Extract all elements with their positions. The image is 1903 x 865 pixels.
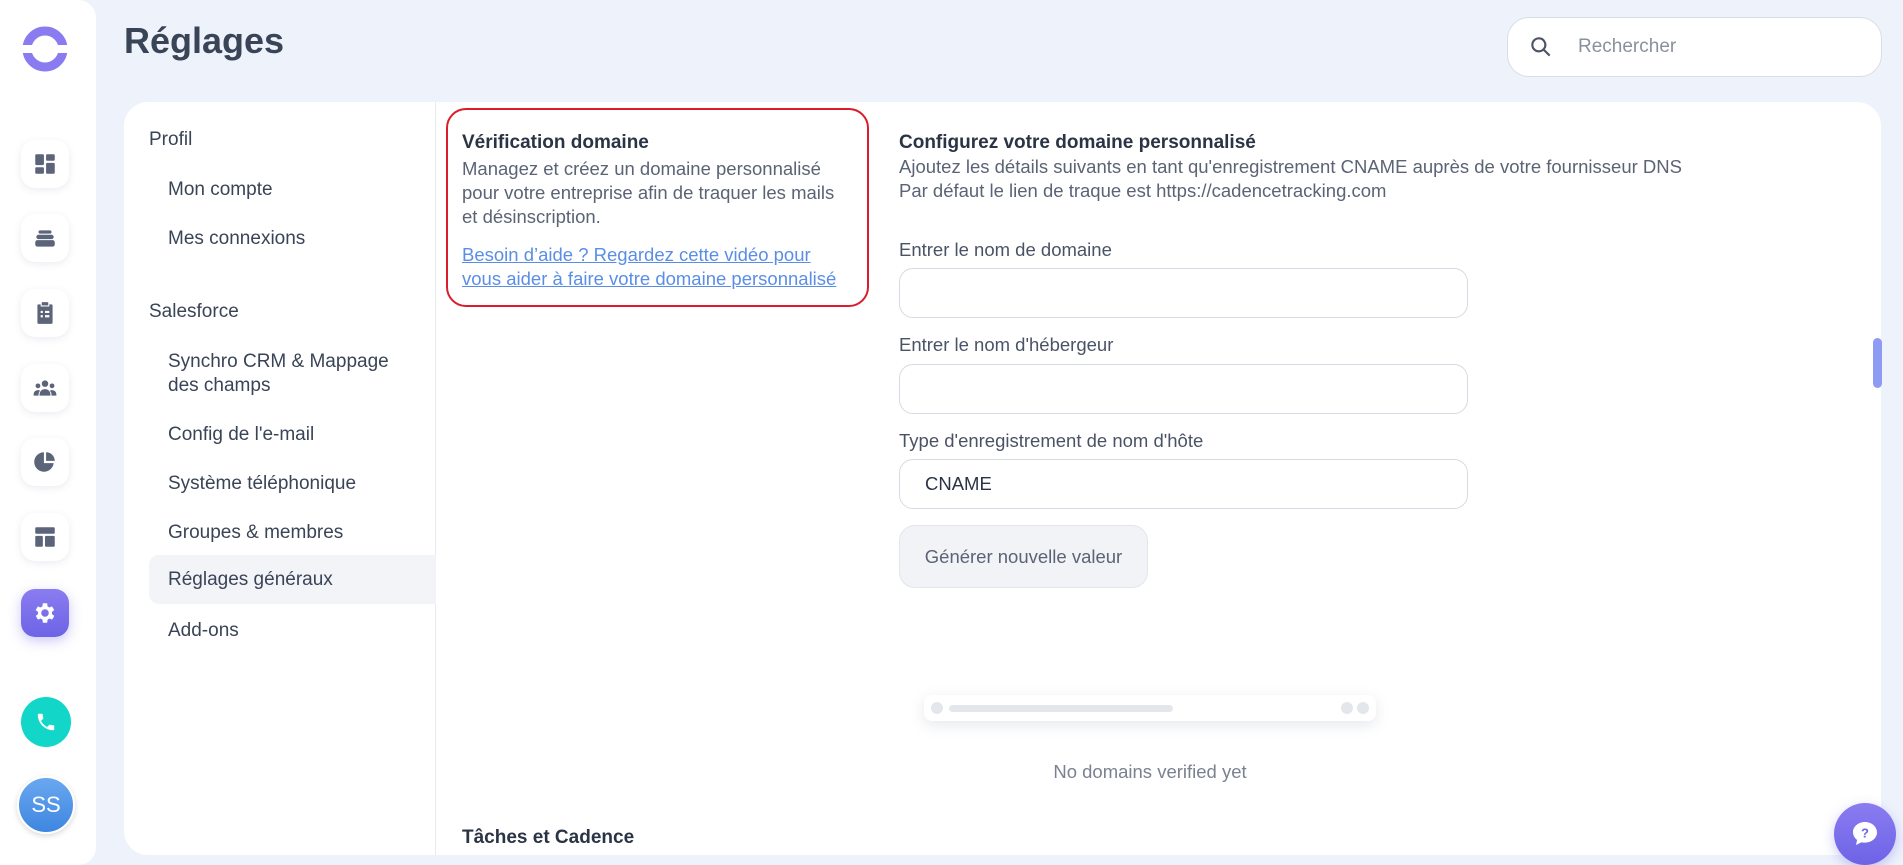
domain-verification-title: Vérification domaine: [462, 132, 649, 153]
nav-group-salesforce: Salesforce: [149, 301, 239, 322]
empty-state-illustration: [924, 695, 1376, 721]
settings-nav: Profil Mon compte Mes connexions Salesfo…: [124, 102, 436, 855]
generate-value-button[interactable]: Générer nouvelle valeur: [899, 525, 1148, 588]
nav-group-profil: Profil: [149, 129, 193, 150]
stack-icon[interactable]: [21, 214, 69, 262]
layout-icon[interactable]: [21, 513, 69, 561]
app-logo[interactable]: [21, 25, 69, 73]
record-type-input[interactable]: [899, 459, 1468, 509]
nav-item-mon-compte[interactable]: Mon compte: [149, 178, 436, 202]
nav-item-reglages-generaux[interactable]: Réglages généraux: [149, 555, 436, 604]
record-type-label: Type d'enregistrement de nom d'hôte: [899, 430, 1204, 451]
tasks-cadence-title: Tâches et Cadence: [462, 827, 635, 848]
host-name-input[interactable]: [899, 364, 1468, 414]
empty-state-text: No domains verified yet: [1053, 761, 1247, 782]
search-input[interactable]: [1578, 36, 1858, 58]
help-button[interactable]: ?: [1834, 803, 1896, 865]
host-name-label: Entrer le nom d'hébergeur: [899, 334, 1114, 355]
pie-chart-icon[interactable]: [21, 438, 69, 486]
config-line-2: Par défaut le lien de traque est https:/…: [899, 180, 1387, 201]
domain-name-input[interactable]: [899, 268, 1468, 318]
scrollbar-thumb[interactable]: [1873, 338, 1882, 388]
config-line-1: Ajoutez les détails suivants en tant qu'…: [899, 156, 1682, 177]
phone-icon[interactable]: [21, 697, 71, 747]
nav-item-groupes-membres[interactable]: Groupes & membres: [149, 521, 436, 545]
nav-item-config-email[interactable]: Config de l'e-mail: [149, 423, 436, 447]
search-icon: [1531, 37, 1551, 57]
settings-card: Profil Mon compte Mes connexions Salesfo…: [124, 102, 1881, 855]
search-box[interactable]: [1507, 17, 1882, 77]
help-video-link[interactable]: Besoin d’aide ? Regardez cette vidéo pou…: [462, 243, 852, 291]
domain-verification-description: Managez et créez un domaine personnalisé…: [462, 158, 835, 227]
people-icon[interactable]: [21, 364, 69, 412]
nav-item-add-ons[interactable]: Add-ons: [149, 619, 436, 643]
icon-rail: SS: [0, 0, 96, 865]
question-chat-icon: ?: [1853, 822, 1877, 845]
clipboard-icon[interactable]: [21, 289, 69, 337]
domain-name-label: Entrer le nom de domaine: [899, 239, 1112, 260]
nav-item-synchro-crm[interactable]: Synchro CRM & Mappage des champs: [149, 350, 419, 398]
nav-item-systeme-telephonique[interactable]: Système téléphonique: [149, 472, 436, 496]
nav-item-mes-connexions[interactable]: Mes connexions: [149, 227, 436, 251]
gear-icon[interactable]: [21, 589, 69, 637]
page-title: Réglages: [124, 20, 285, 61]
svg-text:?: ?: [1861, 826, 1869, 841]
config-title: Configurez votre domaine personnalisé: [899, 132, 1256, 153]
avatar[interactable]: SS: [17, 776, 75, 834]
dashboard-icon[interactable]: [21, 140, 69, 188]
